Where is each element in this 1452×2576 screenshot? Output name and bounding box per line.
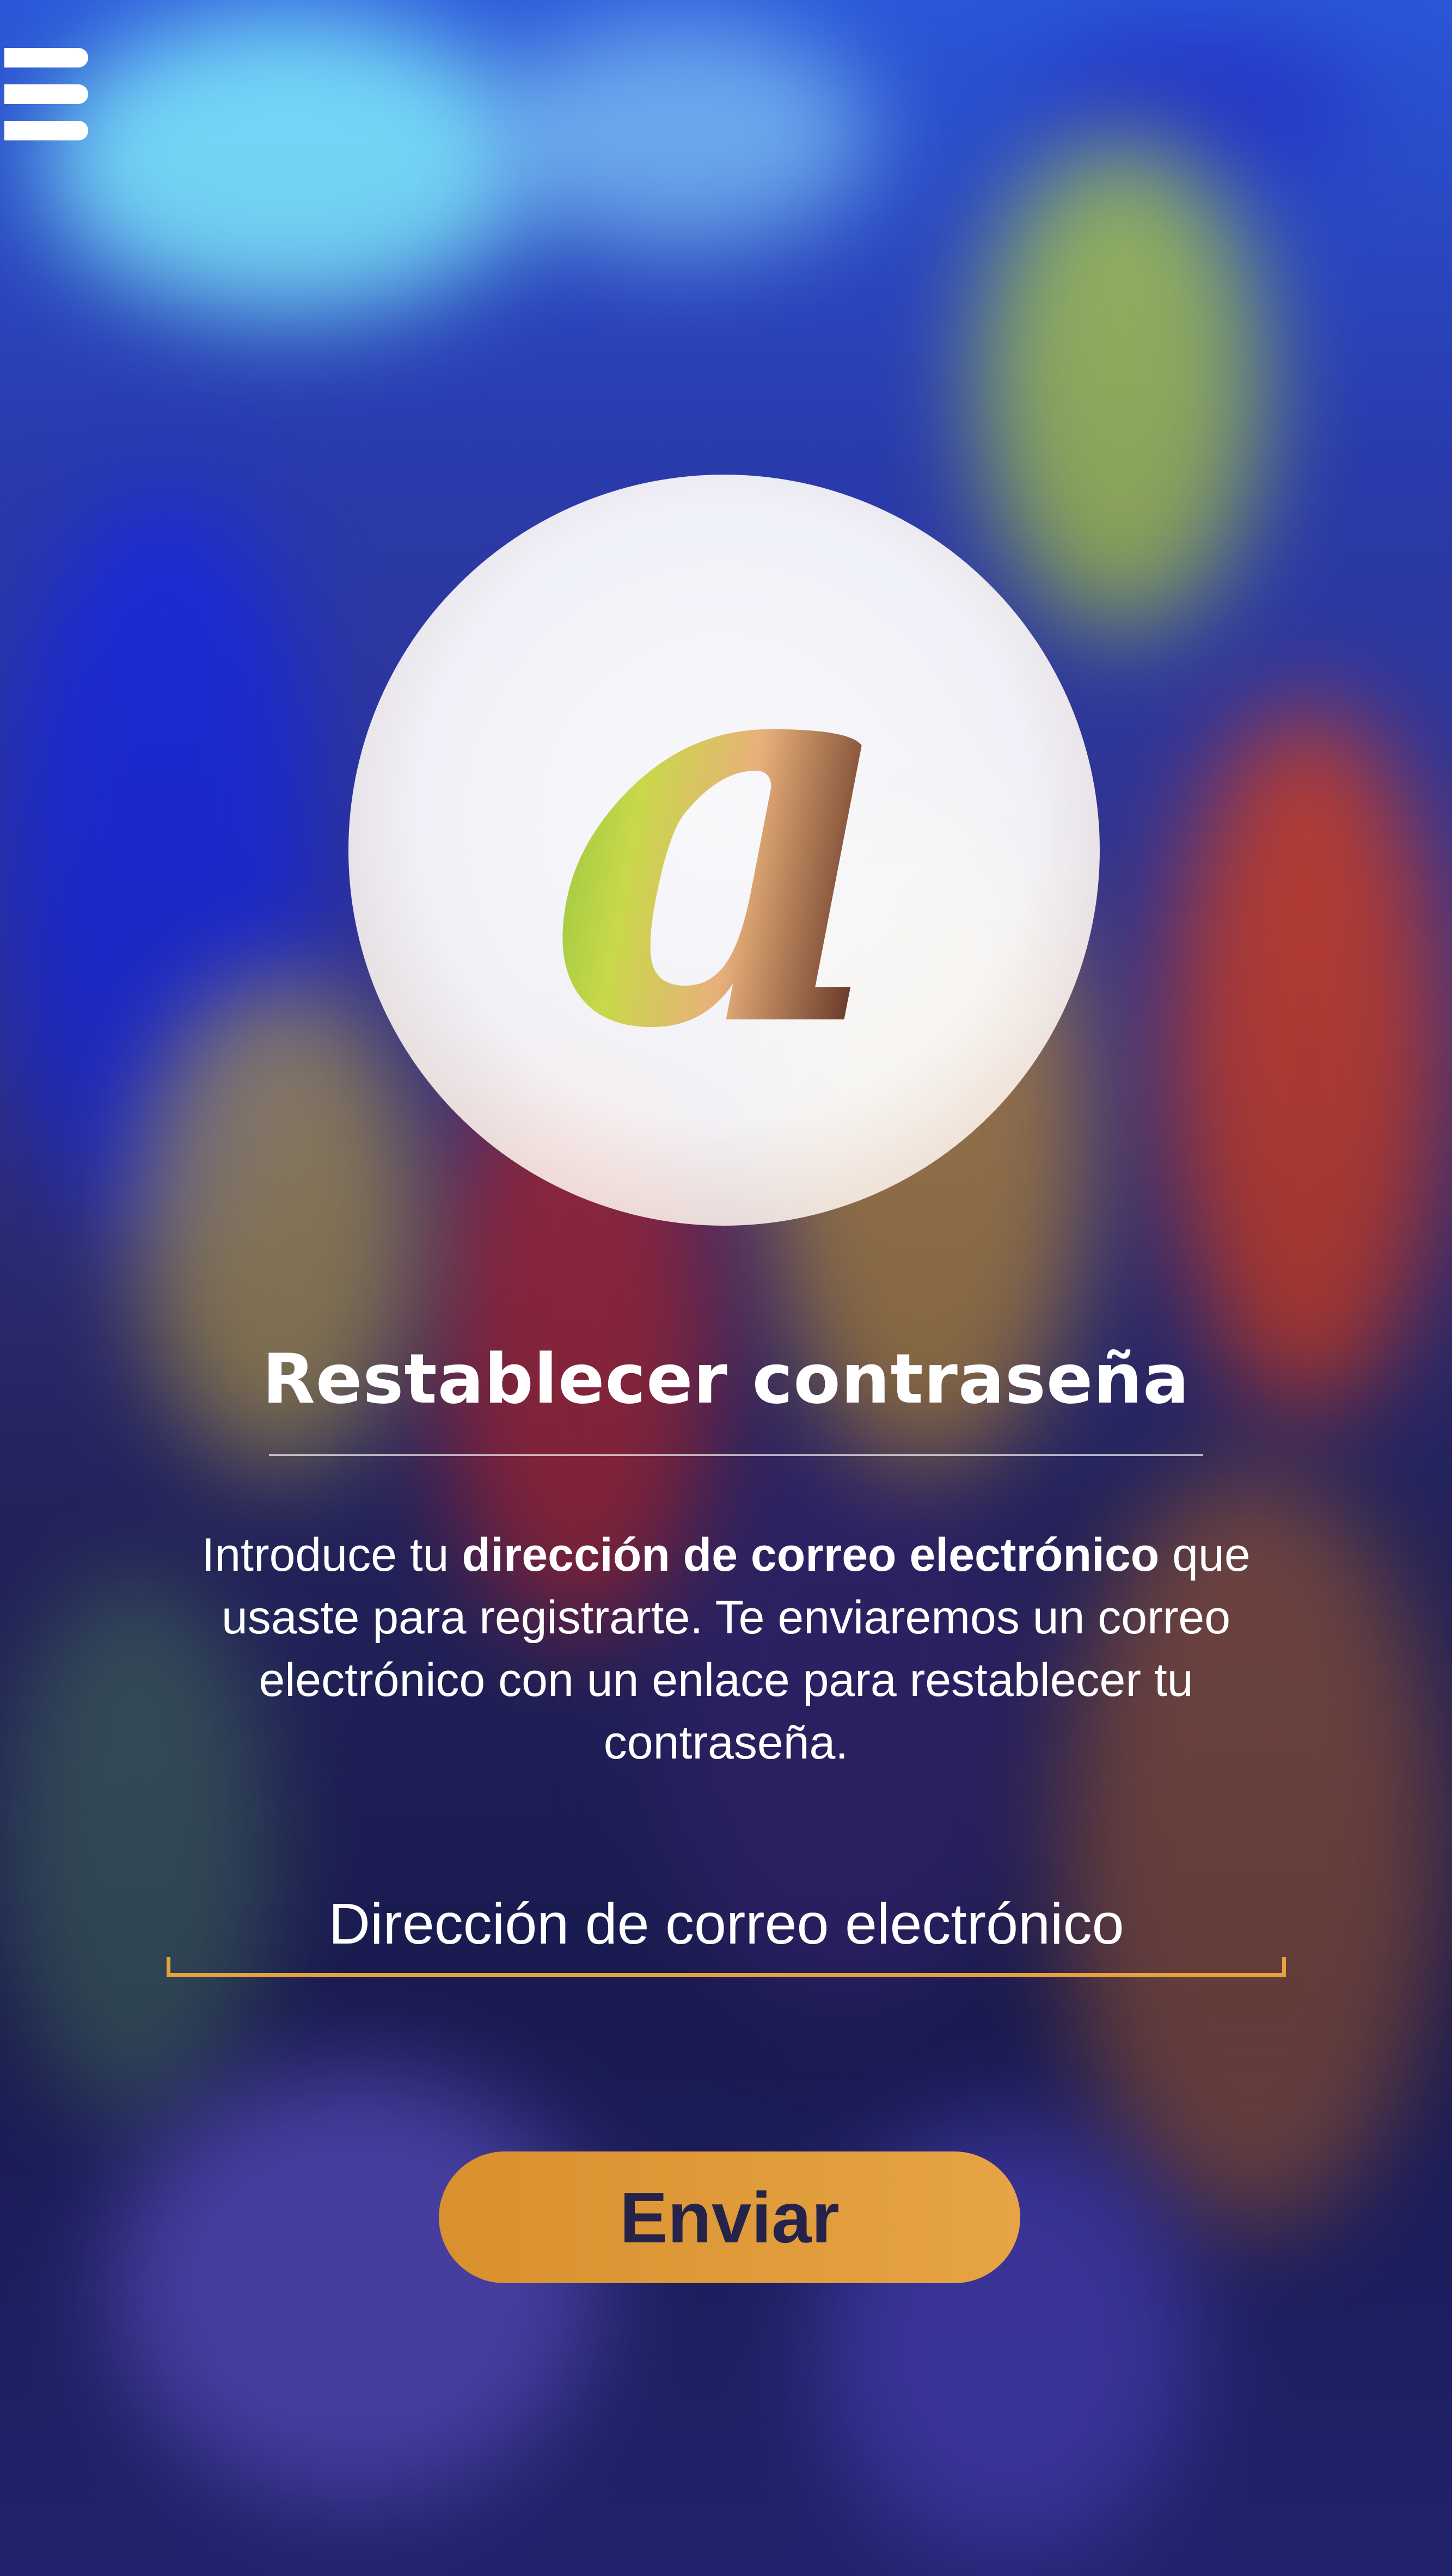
menu-bar [4,84,88,104]
hamburger-menu-icon[interactable] [4,48,88,140]
instructions-prefix: Introduce tu [201,1529,462,1581]
menu-bar [4,121,88,140]
email-underline [167,1957,1286,1977]
instructions-text: Introduce tu dirección de correo electró… [163,1524,1289,1774]
menu-bar [4,48,88,67]
title-divider [269,1454,1203,1456]
page-title: Restablecer contraseña [262,1339,1190,1419]
at-sign-glyph: a [548,508,900,1148]
email-input[interactable] [167,1883,1286,1965]
instructions-bold: dirección de correo electrónico [462,1529,1160,1581]
at-sign-icon: a [348,475,1100,1226]
email-field [167,1883,1286,1977]
submit-button[interactable]: Enviar [439,2151,1020,2283]
